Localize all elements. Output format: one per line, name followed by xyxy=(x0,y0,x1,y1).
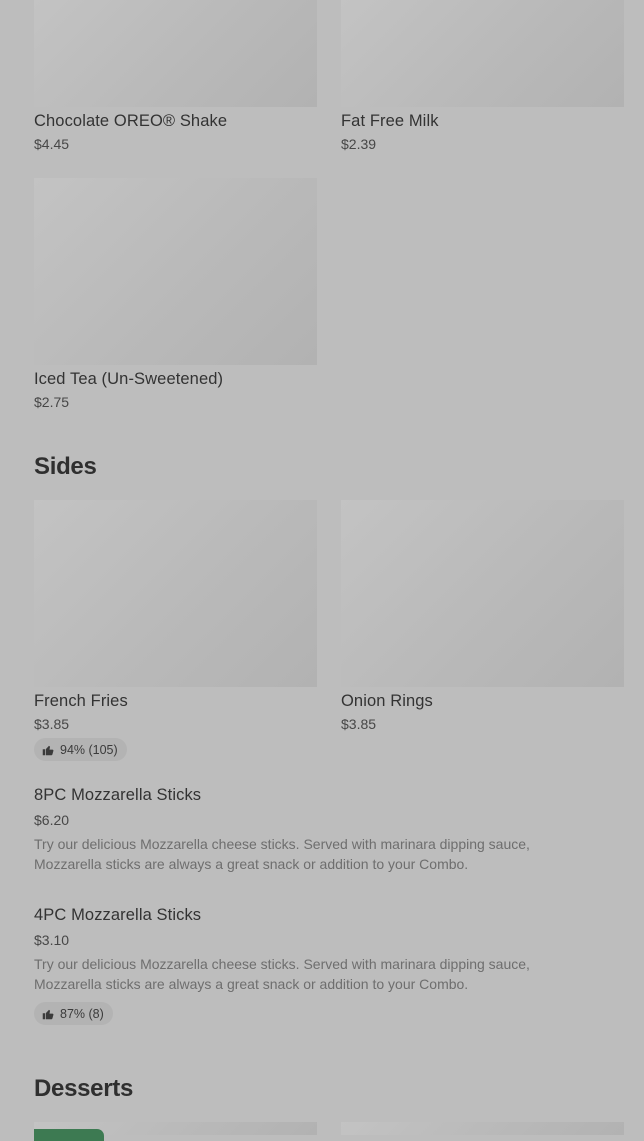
item-image-fat-free-milk[interactable] xyxy=(341,0,624,107)
item-price: $3.85 xyxy=(34,716,70,732)
item-price: $4.45 xyxy=(34,136,70,152)
item-name[interactable]: Onion Rings xyxy=(341,692,433,711)
list-item-description: Try our delicious Mozzarella cheese stic… xyxy=(34,956,530,992)
promo-badge xyxy=(34,1129,104,1141)
item-price: $3.85 xyxy=(341,716,377,732)
item-name[interactable]: French Fries xyxy=(34,692,128,711)
section-title-sides: Sides xyxy=(34,453,97,480)
rating-text: 87% (8) xyxy=(60,1006,104,1021)
list-item-price: $3.10 xyxy=(34,932,70,948)
item-price: $2.75 xyxy=(34,394,70,410)
item-image-onion-rings[interactable] xyxy=(341,500,624,687)
rating-badge: 87% (8) xyxy=(34,1002,113,1025)
item-image-iced-tea[interactable] xyxy=(34,178,317,365)
thumbs-up-icon xyxy=(42,745,54,755)
item-name[interactable]: Chocolate OREO® Shake xyxy=(34,112,227,131)
item-image-dessert-2[interactable] xyxy=(341,1122,624,1135)
item-price: $2.39 xyxy=(341,136,377,152)
item-image-chocolate-oreo-shake[interactable] xyxy=(34,0,317,107)
thumbs-up-icon xyxy=(42,1009,54,1019)
item-name[interactable]: Iced Tea (Un-Sweetened) xyxy=(34,370,223,389)
list-item-name[interactable]: 8PC Mozzarella Sticks xyxy=(34,786,201,805)
section-title-desserts: Desserts xyxy=(34,1075,134,1102)
list-item-name[interactable]: 4PC Mozzarella Sticks xyxy=(34,906,201,925)
rating-text: 94% (105) xyxy=(60,742,118,757)
rating-badge: 94% (105) xyxy=(34,738,127,761)
item-name[interactable]: Fat Free Milk xyxy=(341,112,439,131)
item-image-french-fries[interactable] xyxy=(34,500,317,687)
list-item-price: $6.20 xyxy=(34,812,70,828)
list-item-description: Try our delicious Mozzarella cheese stic… xyxy=(34,836,530,872)
